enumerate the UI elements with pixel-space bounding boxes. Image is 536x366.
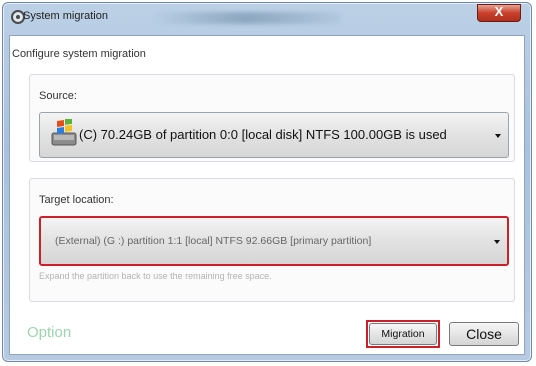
window-close-button[interactable]: X <box>477 4 521 22</box>
migration-button[interactable]: Migration <box>369 323 437 345</box>
source-group: Source: (C) 70.24GB of partition 0:0 [lo… <box>29 74 515 162</box>
dialog-subtitle: Configure system migration <box>12 48 146 60</box>
disk-windows-icon <box>51 119 77 146</box>
dialog-body: Configure system migration Source: (C) 7… <box>9 35 525 355</box>
target-hint: Expand the partition back to use the rem… <box>39 271 272 281</box>
close-icon: X <box>494 4 504 19</box>
source-select[interactable]: (C) 70.24GB of partition 0:0 [local disk… <box>39 112 509 158</box>
title-bar: System migration X <box>3 3 531 31</box>
target-group: Target location: (External) (G :) partit… <box>29 178 515 302</box>
chevron-down-icon <box>494 240 500 244</box>
system-migration-window: System migration X Configure system migr… <box>2 2 532 362</box>
option-link[interactable]: Option <box>27 324 71 341</box>
blurred-app-title <box>151 12 341 24</box>
close-button[interactable]: Close <box>449 322 519 346</box>
source-selected-value: (C) 70.24GB of partition 0:0 [local disk… <box>79 127 447 142</box>
source-label: Source: <box>39 90 77 102</box>
target-label: Target location: <box>39 194 114 206</box>
target-select[interactable]: (External) (G :) partition 1:1 [local] N… <box>39 216 509 266</box>
target-selected-value: (External) (G :) partition 1:1 [local] N… <box>55 235 372 247</box>
chevron-down-icon <box>495 134 501 138</box>
window-title: System migration <box>23 10 108 22</box>
